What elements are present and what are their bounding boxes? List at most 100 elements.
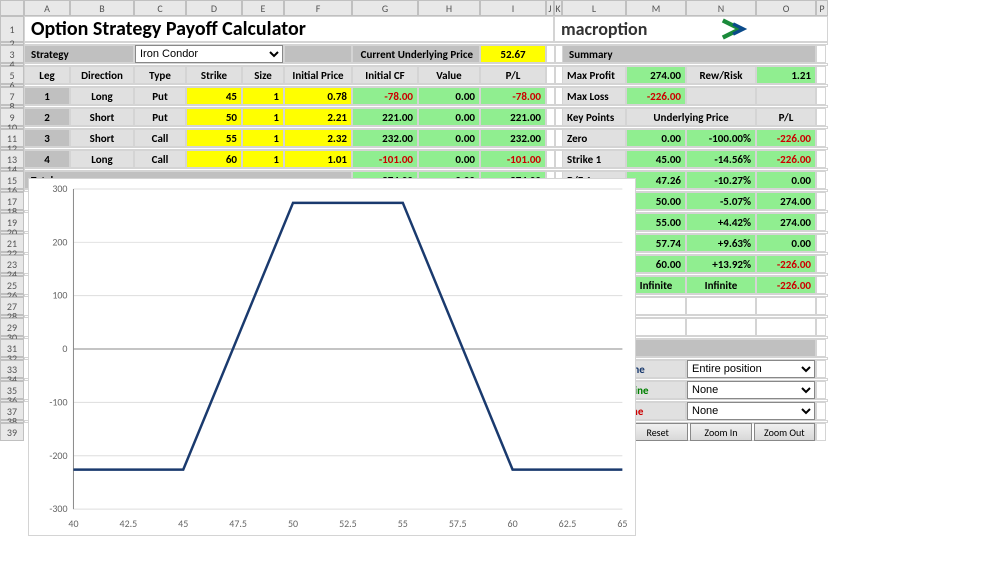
svg-text:60: 60	[508, 518, 518, 530]
keypoint-pl: 0.00	[756, 171, 816, 189]
rew-risk-label: Rew/Risk	[686, 66, 756, 84]
leg-type[interactable]: Call	[134, 129, 186, 147]
leg-number: 3	[24, 129, 70, 147]
keypoint-pl: -226.00	[756, 276, 816, 294]
leg-direction[interactable]: Long	[70, 87, 134, 105]
svg-text:300: 300	[52, 183, 67, 195]
col-header[interactable]: P	[816, 0, 828, 16]
leg-strike[interactable]: 60	[186, 150, 242, 168]
leg-value: 0.00	[418, 150, 480, 168]
leg-direction[interactable]: Long	[70, 150, 134, 168]
keypoint-pct: -14.56%	[686, 150, 756, 168]
leg-initcf: 232.00	[352, 129, 418, 147]
brand-logo: macroption	[554, 16, 828, 42]
col-header[interactable]: O	[756, 0, 816, 16]
strategy-select[interactable]: Iron Condor	[135, 45, 283, 63]
keypoint-pl: 274.00	[756, 213, 816, 231]
underlying-price[interactable]: 52.67	[480, 45, 546, 63]
row-header[interactable]: 39	[0, 423, 24, 441]
leg-size[interactable]: 1	[242, 108, 284, 126]
leg-direction[interactable]: Short	[70, 129, 134, 147]
svg-text:40: 40	[68, 518, 78, 530]
strategy-label: Strategy	[24, 45, 134, 63]
page-title: Option Strategy Payoff Calculator	[24, 16, 554, 42]
leg-type[interactable]: Call	[134, 150, 186, 168]
leg-size[interactable]: 1	[242, 129, 284, 147]
leg-strike[interactable]: 55	[186, 129, 242, 147]
rew-risk-value: 1.21	[756, 66, 816, 84]
col-header[interactable]: M	[626, 0, 686, 16]
keypoint-pct: +13.92%	[686, 255, 756, 273]
chart-btn-reset[interactable]: Reset	[627, 423, 688, 441]
leg-direction[interactable]: Short	[70, 108, 134, 126]
svg-text:62.5: 62.5	[559, 518, 577, 530]
keypoint-pct: -5.07%	[686, 192, 756, 210]
leg-value: 0.00	[418, 108, 480, 126]
keypoint-pl: -226.00	[756, 150, 816, 168]
leg-header: P/L	[480, 66, 546, 84]
col-header[interactable]: G	[352, 0, 418, 16]
keypoint-pl: 274.00	[756, 192, 816, 210]
svg-text:200: 200	[52, 236, 67, 248]
leg-strike[interactable]: 45	[186, 87, 242, 105]
leg-type[interactable]: Put	[134, 108, 186, 126]
leg-initcf: -101.00	[352, 150, 418, 168]
svg-text:50: 50	[288, 518, 298, 530]
col-header[interactable]: L	[562, 0, 626, 16]
leg-initcf: -78.00	[352, 87, 418, 105]
chart-btn-zoom-in[interactable]: Zoom In	[690, 423, 751, 441]
col-header[interactable]: C	[134, 0, 186, 16]
col-header[interactable]: J	[546, 0, 554, 16]
payoff-chart: -300-200-10001002003004042.54547.55052.5…	[28, 178, 636, 536]
leg-initprice[interactable]: 1.01	[284, 150, 352, 168]
keypoint-pct: -10.27%	[686, 171, 756, 189]
leg-header: Type	[134, 66, 186, 84]
chart-btn-zoom-out[interactable]: Zoom Out	[754, 423, 815, 441]
leg-header: Value	[418, 66, 480, 84]
svg-text:100: 100	[52, 290, 67, 302]
keypoint-pct: +9.63%	[686, 234, 756, 252]
max-profit-label: Max Profit	[562, 66, 626, 84]
keypoint-underlying: 0.00	[626, 129, 686, 147]
svg-text:57.5: 57.5	[449, 518, 467, 530]
leg-type[interactable]: Put	[134, 87, 186, 105]
col-header[interactable]: E	[242, 0, 284, 16]
blue-line-select[interactable]: Entire position	[687, 360, 815, 378]
leg-initprice[interactable]: 0.78	[284, 87, 352, 105]
max-loss-label: Max Loss	[562, 87, 626, 105]
svg-text:-300: -300	[49, 503, 67, 515]
green-line-select[interactable]: None	[687, 381, 815, 399]
svg-text:52.5: 52.5	[339, 518, 357, 530]
pl-header: P/L	[756, 108, 816, 126]
brand-icon	[651, 17, 819, 41]
max-profit-value: 274.00	[626, 66, 686, 84]
col-header[interactable]: D	[186, 0, 242, 16]
col-header[interactable]: H	[418, 0, 480, 16]
leg-header: Strike	[186, 66, 242, 84]
col-header[interactable]: I	[480, 0, 546, 16]
col-header[interactable]: B	[70, 0, 134, 16]
col-header[interactable]: A	[24, 0, 70, 16]
leg-initprice[interactable]: 2.32	[284, 129, 352, 147]
keypoint-label: Zero	[562, 129, 626, 147]
leg-pl: 221.00	[480, 108, 546, 126]
svg-text:65: 65	[617, 518, 627, 530]
red-line-select[interactable]: None	[687, 402, 815, 420]
svg-text:-100: -100	[49, 396, 67, 408]
keypoint-pl: 0.00	[756, 234, 816, 252]
leg-value: 0.00	[418, 87, 480, 105]
leg-initprice[interactable]: 2.21	[284, 108, 352, 126]
col-header[interactable]: K	[554, 0, 562, 16]
svg-text:42.5: 42.5	[120, 518, 138, 530]
leg-header: Direction	[70, 66, 134, 84]
leg-strike[interactable]: 50	[186, 108, 242, 126]
svg-text:55: 55	[398, 518, 408, 530]
leg-number: 2	[24, 108, 70, 126]
keypoint-pct: +4.42%	[686, 213, 756, 231]
leg-size[interactable]: 1	[242, 87, 284, 105]
leg-pl: -101.00	[480, 150, 546, 168]
leg-size[interactable]: 1	[242, 150, 284, 168]
leg-header: Initial Price	[284, 66, 352, 84]
col-header[interactable]: N	[686, 0, 756, 16]
col-header[interactable]: F	[284, 0, 352, 16]
